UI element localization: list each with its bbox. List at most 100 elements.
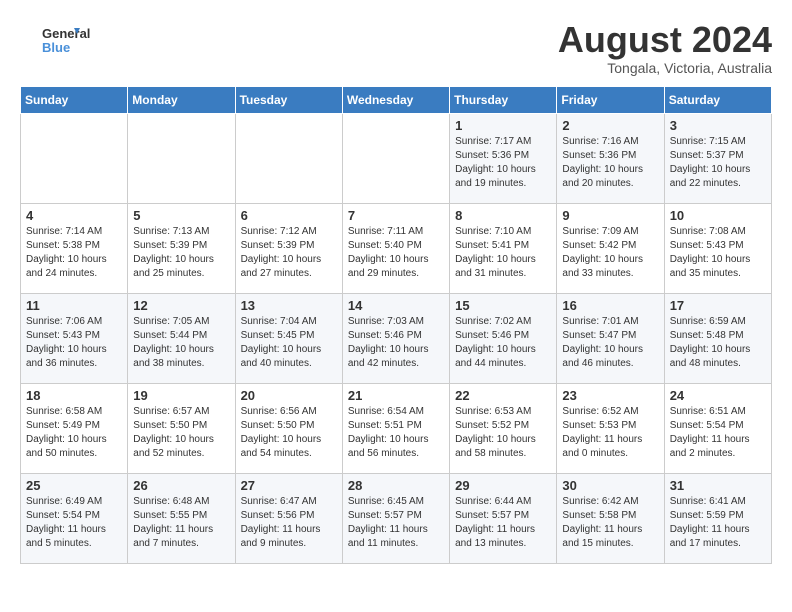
calendar-cell — [21, 113, 128, 203]
day-number: 14 — [348, 298, 444, 313]
calendar-cell: 29 Sunrise: 6:44 AM Sunset: 5:57 PM Dayli… — [450, 473, 557, 563]
day-number: 7 — [348, 208, 444, 223]
day-info: Sunrise: 6:52 AM Sunset: 5:53 PM Dayligh… — [562, 405, 658, 461]
calendar-cell — [342, 113, 449, 203]
calendar-cell: 10 Sunrise: 7:08 AM Sunset: 5:43 PM Dayli… — [664, 203, 771, 293]
day-info: Sunrise: 7:05 AM Sunset: 5:44 PM Dayligh… — [133, 315, 229, 371]
day-info: Sunrise: 6:48 AM Sunset: 5:55 PM Dayligh… — [133, 495, 229, 551]
day-number: 10 — [670, 208, 766, 223]
calendar-cell: 28 Sunrise: 6:45 AM Sunset: 5:57 PM Dayli… — [342, 473, 449, 563]
day-number: 26 — [133, 478, 229, 493]
svg-text:Blue: Blue — [42, 40, 70, 55]
day-number: 4 — [26, 208, 122, 223]
weekday-header-friday: Friday — [557, 86, 664, 113]
day-info: Sunrise: 6:42 AM Sunset: 5:58 PM Dayligh… — [562, 495, 658, 551]
day-info: Sunrise: 7:12 AM Sunset: 5:39 PM Dayligh… — [241, 225, 337, 281]
day-info: Sunrise: 7:09 AM Sunset: 5:42 PM Dayligh… — [562, 225, 658, 281]
day-info: Sunrise: 6:53 AM Sunset: 5:52 PM Dayligh… — [455, 405, 551, 461]
day-info: Sunrise: 7:04 AM Sunset: 5:45 PM Dayligh… — [241, 315, 337, 371]
day-info: Sunrise: 7:11 AM Sunset: 5:40 PM Dayligh… — [348, 225, 444, 281]
month-year-title: August 2024 — [558, 20, 772, 60]
calendar-week-5: 25Sunrise: 6:49 AM Sunset: 5:54 PM Dayli… — [21, 473, 772, 563]
page-header: General Blue General Blue August 2024 To… — [20, 20, 772, 76]
day-number: 8 — [455, 208, 551, 223]
day-number: 9 — [562, 208, 658, 223]
day-info: Sunrise: 6:59 AM Sunset: 5:48 PM Dayligh… — [670, 315, 766, 371]
day-info: Sunrise: 6:45 AM Sunset: 5:57 PM Dayligh… — [348, 495, 444, 551]
day-number: 30 — [562, 478, 658, 493]
calendar-cell: 25Sunrise: 6:49 AM Sunset: 5:54 PM Dayli… — [21, 473, 128, 563]
day-number: 2 — [562, 118, 658, 133]
day-number: 27 — [241, 478, 337, 493]
day-number: 23 — [562, 388, 658, 403]
calendar-cell: 6Sunrise: 7:12 AM Sunset: 5:39 PM Daylig… — [235, 203, 342, 293]
day-info: Sunrise: 7:08 AM Sunset: 5:43 PM Dayligh… — [670, 225, 766, 281]
day-info: Sunrise: 6:54 AM Sunset: 5:51 PM Dayligh… — [348, 405, 444, 461]
calendar-cell: 27 Sunrise: 6:47 AM Sunset: 5:56 PM Dayli… — [235, 473, 342, 563]
svg-text:General: General — [42, 26, 90, 41]
calendar-week-2: 4 Sunrise: 7:14 AM Sunset: 5:38 PM Daylig… — [21, 203, 772, 293]
calendar-cell: 3 Sunrise: 7:15 AM Sunset: 5:37 PM Daylig… — [664, 113, 771, 203]
calendar-cell: 1Sunrise: 7:17 AM Sunset: 5:36 PM Daylig… — [450, 113, 557, 203]
weekday-header-tuesday: Tuesday — [235, 86, 342, 113]
day-number: 15 — [455, 298, 551, 313]
calendar-cell: 14 Sunrise: 7:03 AM Sunset: 5:46 PM Dayli… — [342, 293, 449, 383]
weekday-header-monday: Monday — [128, 86, 235, 113]
day-number: 21 — [348, 388, 444, 403]
day-info: Sunrise: 6:58 AM Sunset: 5:49 PM Dayligh… — [26, 405, 122, 461]
day-info: Sunrise: 6:57 AM Sunset: 5:50 PM Dayligh… — [133, 405, 229, 461]
calendar-cell: 24Sunrise: 6:51 AM Sunset: 5:54 PM Dayli… — [664, 383, 771, 473]
day-info: Sunrise: 6:49 AM Sunset: 5:54 PM Dayligh… — [26, 495, 122, 551]
calendar-cell: 15 Sunrise: 7:02 AM Sunset: 5:46 PM Dayli… — [450, 293, 557, 383]
day-number: 3 — [670, 118, 766, 133]
calendar-week-4: 18Sunrise: 6:58 AM Sunset: 5:49 PM Dayli… — [21, 383, 772, 473]
day-number: 28 — [348, 478, 444, 493]
day-number: 22 — [455, 388, 551, 403]
day-info: Sunrise: 7:14 AM Sunset: 5:38 PM Dayligh… — [26, 225, 122, 281]
calendar-cell: 8Sunrise: 7:10 AM Sunset: 5:41 PM Daylig… — [450, 203, 557, 293]
calendar-cell: 9 Sunrise: 7:09 AM Sunset: 5:42 PM Daylig… — [557, 203, 664, 293]
day-info: Sunrise: 7:03 AM Sunset: 5:46 PM Dayligh… — [348, 315, 444, 371]
calendar-cell: 19 Sunrise: 6:57 AM Sunset: 5:50 PM Dayli… — [128, 383, 235, 473]
day-info: Sunrise: 6:47 AM Sunset: 5:56 PM Dayligh… — [241, 495, 337, 551]
location-subtitle: Tongala, Victoria, Australia — [558, 60, 772, 76]
calendar-cell: 12 Sunrise: 7:05 AM Sunset: 5:44 PM Dayli… — [128, 293, 235, 383]
day-number: 1 — [455, 118, 551, 133]
day-number: 11 — [26, 298, 122, 313]
day-number: 12 — [133, 298, 229, 313]
calendar-cell — [235, 113, 342, 203]
calendar-cell: 22 Sunrise: 6:53 AM Sunset: 5:52 PM Dayli… — [450, 383, 557, 473]
day-info: Sunrise: 7:02 AM Sunset: 5:46 PM Dayligh… — [455, 315, 551, 371]
calendar-week-3: 11Sunrise: 7:06 AM Sunset: 5:43 PM Dayli… — [21, 293, 772, 383]
calendar-cell: 21 Sunrise: 6:54 AM Sunset: 5:51 PM Dayli… — [342, 383, 449, 473]
calendar-cell: 13Sunrise: 7:04 AM Sunset: 5:45 PM Dayli… — [235, 293, 342, 383]
calendar-cell: 5Sunrise: 7:13 AM Sunset: 5:39 PM Daylig… — [128, 203, 235, 293]
day-info: Sunrise: 7:16 AM Sunset: 5:36 PM Dayligh… — [562, 135, 658, 191]
weekday-header-thursday: Thursday — [450, 86, 557, 113]
day-number: 20 — [241, 388, 337, 403]
calendar-cell: 18Sunrise: 6:58 AM Sunset: 5:49 PM Dayli… — [21, 383, 128, 473]
calendar-cell: 7 Sunrise: 7:11 AM Sunset: 5:40 PM Daylig… — [342, 203, 449, 293]
title-block: August 2024 Tongala, Victoria, Australia — [558, 20, 772, 76]
day-info: Sunrise: 7:15 AM Sunset: 5:37 PM Dayligh… — [670, 135, 766, 191]
calendar-cell: 31Sunrise: 6:41 AM Sunset: 5:59 PM Dayli… — [664, 473, 771, 563]
weekday-header-wednesday: Wednesday — [342, 86, 449, 113]
calendar-cell: 20Sunrise: 6:56 AM Sunset: 5:50 PM Dayli… — [235, 383, 342, 473]
calendar-cell: 17 Sunrise: 6:59 AM Sunset: 5:48 PM Dayli… — [664, 293, 771, 383]
day-info: Sunrise: 7:01 AM Sunset: 5:47 PM Dayligh… — [562, 315, 658, 371]
weekday-header-row: SundayMondayTuesdayWednesdayThursdayFrid… — [21, 86, 772, 113]
day-number: 17 — [670, 298, 766, 313]
calendar-cell: 11Sunrise: 7:06 AM Sunset: 5:43 PM Dayli… — [21, 293, 128, 383]
day-number: 31 — [670, 478, 766, 493]
day-number: 24 — [670, 388, 766, 403]
calendar-table: SundayMondayTuesdayWednesdayThursdayFrid… — [20, 86, 772, 564]
logo-icon: General Blue — [20, 20, 100, 60]
day-number: 5 — [133, 208, 229, 223]
day-number: 29 — [455, 478, 551, 493]
calendar-cell: 16Sunrise: 7:01 AM Sunset: 5:47 PM Dayli… — [557, 293, 664, 383]
day-info: Sunrise: 6:44 AM Sunset: 5:57 PM Dayligh… — [455, 495, 551, 551]
calendar-cell — [128, 113, 235, 203]
day-number: 19 — [133, 388, 229, 403]
calendar-cell: 26 Sunrise: 6:48 AM Sunset: 5:55 PM Dayli… — [128, 473, 235, 563]
logo: General Blue General Blue — [20, 20, 100, 60]
